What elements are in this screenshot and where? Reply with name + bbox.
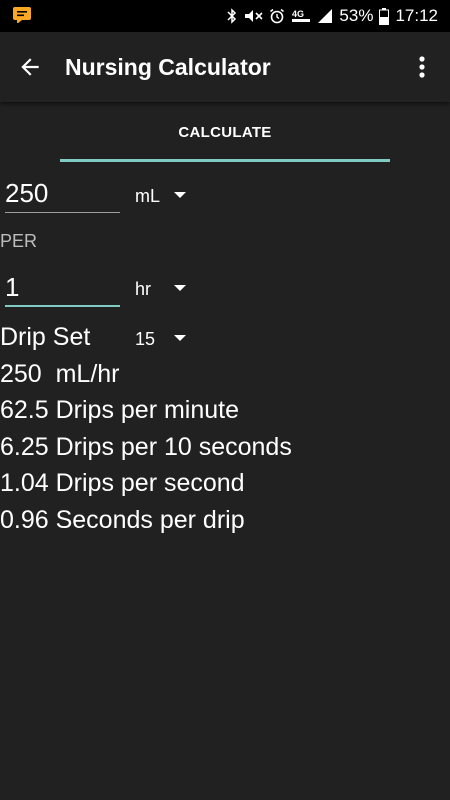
- time-unit-spinner[interactable]: hr: [135, 279, 151, 300]
- time-value: 1: [5, 272, 20, 302]
- tab-calculate[interactable]: CALCULATE: [60, 110, 390, 162]
- time-unit-dropdown-icon[interactable]: [174, 285, 186, 291]
- drip-set-spinner[interactable]: 15: [135, 329, 155, 350]
- volume-unit-spinner[interactable]: mL: [135, 186, 160, 207]
- page-title: Nursing Calculator: [65, 54, 271, 80]
- volume-unit-dropdown-icon[interactable]: [174, 192, 186, 198]
- message-notification-icon: [13, 7, 31, 23]
- battery-icon: [379, 7, 390, 25]
- drip-set-dropdown-icon[interactable]: [174, 335, 186, 341]
- battery-percent: 53%: [339, 6, 374, 25]
- clock: 17:12: [395, 6, 438, 25]
- result-ml-per-hour: 250 mL/hr: [0, 360, 120, 388]
- drip-set-value: 15: [135, 329, 156, 349]
- result-seconds-per-drip: 0.96 Seconds per drip: [0, 506, 245, 534]
- alarm-icon: [270, 8, 285, 24]
- app-bar: Nursing Calculator: [0, 32, 450, 102]
- bluetooth-icon: [227, 8, 237, 24]
- 4g-lte-icon: 4G: [292, 9, 311, 22]
- mute-icon: [245, 10, 263, 22]
- volume-input-underline: [5, 212, 120, 213]
- more-vert-icon[interactable]: [413, 53, 431, 81]
- arrow-back-icon[interactable]: [17, 54, 43, 80]
- signal-icon: [318, 9, 333, 23]
- tab-indicator: [60, 159, 390, 162]
- volume-input[interactable]: 250: [5, 178, 120, 214]
- result-drips-per-second: 1.04 Drips per second: [0, 469, 245, 497]
- time-input[interactable]: 1: [5, 272, 120, 308]
- time-unit-value: hr: [135, 279, 152, 299]
- tab-label: CALCULATE: [178, 124, 272, 141]
- status-bar: 4G 53% 17:12: [0, 0, 450, 32]
- result-drips-per-10-seconds: 6.25 Drips per 10 seconds: [0, 433, 292, 461]
- volume-value: 250: [5, 178, 49, 208]
- per-label: PER: [0, 231, 38, 251]
- time-input-underline: [5, 305, 120, 307]
- drip-set-label: Drip Set: [0, 323, 91, 351]
- result-drips-per-minute: 62.5 Drips per minute: [0, 396, 240, 424]
- svg-text:4G: 4G: [292, 9, 304, 19]
- volume-unit-value: mL: [135, 186, 161, 206]
